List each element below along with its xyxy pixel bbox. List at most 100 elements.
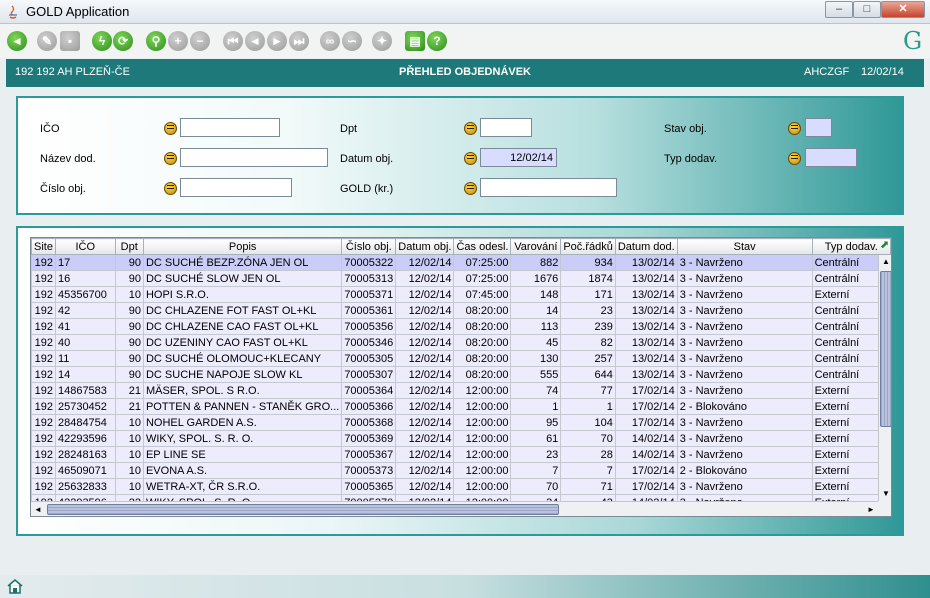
table-cell[interactable]: 12/02/14 [395, 430, 455, 447]
table-cell[interactable]: 42 [54, 302, 116, 319]
table-cell[interactable]: 13/02/14 [614, 254, 678, 271]
table-cell[interactable]: 192 [31, 478, 56, 495]
column-header[interactable]: IČO [54, 238, 116, 255]
table-cell[interactable]: 2 - Blokováno [676, 398, 813, 415]
edit-icon[interactable]: ✎ [37, 31, 57, 51]
table-cell[interactable]: 192 [31, 414, 56, 431]
table-cell[interactable]: 07:25:00 [453, 270, 512, 287]
table-cell[interactable]: 77 [560, 382, 616, 399]
table-cell[interactable]: MÄSER, SPOL. S R.O. [142, 382, 343, 399]
table-cell[interactable]: 3 - Navrženo [676, 254, 813, 271]
table-cell[interactable]: 70005356 [341, 318, 397, 335]
table-row[interactable]: 192 17 90 DC SUCHÉ BEZP.ZÓNA JEN OL 70005322… [31, 254, 891, 271]
table-cell[interactable]: 23 [510, 446, 562, 463]
datum-lookup-icon[interactable] [464, 152, 477, 165]
table-cell[interactable]: 70005361 [341, 302, 397, 319]
table-cell[interactable]: 17/02/14 [614, 414, 678, 431]
table-cell[interactable]: 10 [114, 286, 144, 303]
ico-lookup-icon[interactable] [164, 122, 177, 135]
table-cell[interactable]: 192 [31, 286, 56, 303]
table-cell[interactable]: 239 [560, 318, 616, 335]
table-cell[interactable]: 90 [114, 366, 144, 383]
last-icon[interactable]: ⏭ [289, 31, 309, 51]
table-cell[interactable]: 12/02/14 [395, 286, 455, 303]
add-icon[interactable]: + [168, 31, 188, 51]
dpt-lookup-icon[interactable] [464, 122, 477, 135]
table-row[interactable]: 192 16 90 DC SUCHÉ SLOW JEN OL 70005313 12/02… [31, 270, 891, 287]
first-icon[interactable]: ⏮ [223, 31, 243, 51]
table-cell[interactable]: 90 [114, 254, 144, 271]
table-row[interactable]: 192 14 90 DC SUCHE NAPOJE SLOW KL 70005307 12… [31, 366, 891, 383]
table-row[interactable]: 192 42 90 DC CHLAZENE FOT FAST OL+KL 7000536… [31, 302, 891, 319]
table-cell[interactable]: 28 [560, 446, 616, 463]
minimize-button[interactable]: – [825, 1, 853, 18]
table-cell[interactable]: 90 [114, 318, 144, 335]
table-cell[interactable]: 13/02/14 [614, 286, 678, 303]
table-row[interactable]: 192 11 90 DC SUCHÉ OLOMOUC+KLECANY 70005305 1… [31, 350, 891, 367]
table-cell[interactable]: 17/02/14 [614, 462, 678, 479]
column-header[interactable]: Datum dod. [614, 238, 678, 255]
table-cell[interactable]: 3 - Navrženo [676, 302, 813, 319]
table-row[interactable]: 192 28248163 10 EP LINE SE 70005367 12/02/14 1… [31, 446, 891, 463]
table-cell[interactable]: 70005368 [341, 414, 397, 431]
table-cell[interactable]: 17/02/14 [614, 382, 678, 399]
table-cell[interactable]: 3 - Navrženo [676, 350, 813, 367]
table-cell[interactable]: 3 - Navrženo [676, 478, 813, 495]
table-cell[interactable]: 3 - Navrženo [676, 446, 813, 463]
close-button[interactable]: ✕ [881, 1, 925, 18]
table-cell[interactable]: 70005367 [341, 446, 397, 463]
table-cell[interactable]: 10 [114, 462, 144, 479]
zoom-icon[interactable]: ⚲ [146, 31, 166, 51]
table-cell[interactable]: 3 - Navrženo [676, 318, 813, 335]
column-header[interactable]: Popis [142, 238, 343, 255]
table-cell[interactable]: 40 [54, 334, 116, 351]
scroll-right-icon[interactable]: ► [864, 502, 878, 516]
lightning-icon[interactable]: ϟ [92, 31, 112, 51]
table-cell[interactable]: 70005307 [341, 366, 397, 383]
table-cell[interactable]: DC UZENINY CAO FAST OL+KL [142, 334, 343, 351]
table-cell[interactable]: 12:00:00 [453, 430, 512, 447]
table-cell[interactable]: 644 [560, 366, 616, 383]
maximize-button[interactable]: □ [853, 1, 881, 18]
table-cell[interactable]: 70005322 [341, 254, 397, 271]
cislo-field[interactable] [180, 178, 292, 197]
table-cell[interactable]: 3 - Navrženo [676, 430, 813, 447]
vertical-scrollbar[interactable]: ▲ ▼ [878, 255, 891, 501]
table-cell[interactable]: 08:20:00 [453, 350, 512, 367]
table-cell[interactable]: 61 [510, 430, 562, 447]
table-cell[interactable]: 192 [31, 302, 56, 319]
gold-field[interactable] [480, 178, 617, 197]
table-cell[interactable]: HOPI S.R.O. [142, 286, 343, 303]
table-cell[interactable]: 12/02/14 [395, 366, 455, 383]
cislo-lookup-icon[interactable] [164, 182, 177, 195]
table-cell[interactable]: 1676 [510, 270, 562, 287]
table-cell[interactable]: 70005364 [341, 382, 397, 399]
table-cell[interactable]: 25730452 [54, 398, 116, 415]
table-cell[interactable]: 3 - Navrženo [676, 270, 813, 287]
table-cell[interactable]: 12/02/14 [395, 414, 455, 431]
column-header[interactable]: Poč.řádků [560, 238, 616, 255]
table-cell[interactable]: 08:20:00 [453, 318, 512, 335]
table-cell[interactable]: 16 [54, 270, 116, 287]
horizontal-scroll-thumb[interactable] [47, 504, 559, 515]
table-cell[interactable]: DC CHLAZENE FOT FAST OL+KL [142, 302, 343, 319]
table-cell[interactable]: 3 - Navrženo [676, 334, 813, 351]
table-row[interactable]: 192 46509071 10 EVONA A.S. 70005373 12/02/14 1… [31, 462, 891, 479]
table-cell[interactable]: 882 [510, 254, 562, 271]
table-cell[interactable]: 257 [560, 350, 616, 367]
table-cell[interactable]: 12/02/14 [395, 478, 455, 495]
table-cell[interactable]: 12:00:00 [453, 462, 512, 479]
table-cell[interactable]: 70005313 [341, 270, 397, 287]
table-cell[interactable]: 13/02/14 [614, 318, 678, 335]
table-cell[interactable]: DC SUCHE NAPOJE SLOW KL [142, 366, 343, 383]
table-cell[interactable]: 70005366 [341, 398, 397, 415]
table-cell[interactable]: 192 [31, 270, 56, 287]
table-cell[interactable]: DC SUCHÉ BEZP.ZÓNA JEN OL [142, 254, 343, 271]
table-cell[interactable]: 74 [510, 382, 562, 399]
vertical-scroll-thumb[interactable] [880, 271, 891, 427]
remove-icon[interactable]: − [190, 31, 210, 51]
table-cell[interactable]: 70 [510, 478, 562, 495]
table-cell[interactable]: 95 [510, 414, 562, 431]
table-cell[interactable]: 12/02/14 [395, 334, 455, 351]
table-cell[interactable]: 90 [114, 302, 144, 319]
